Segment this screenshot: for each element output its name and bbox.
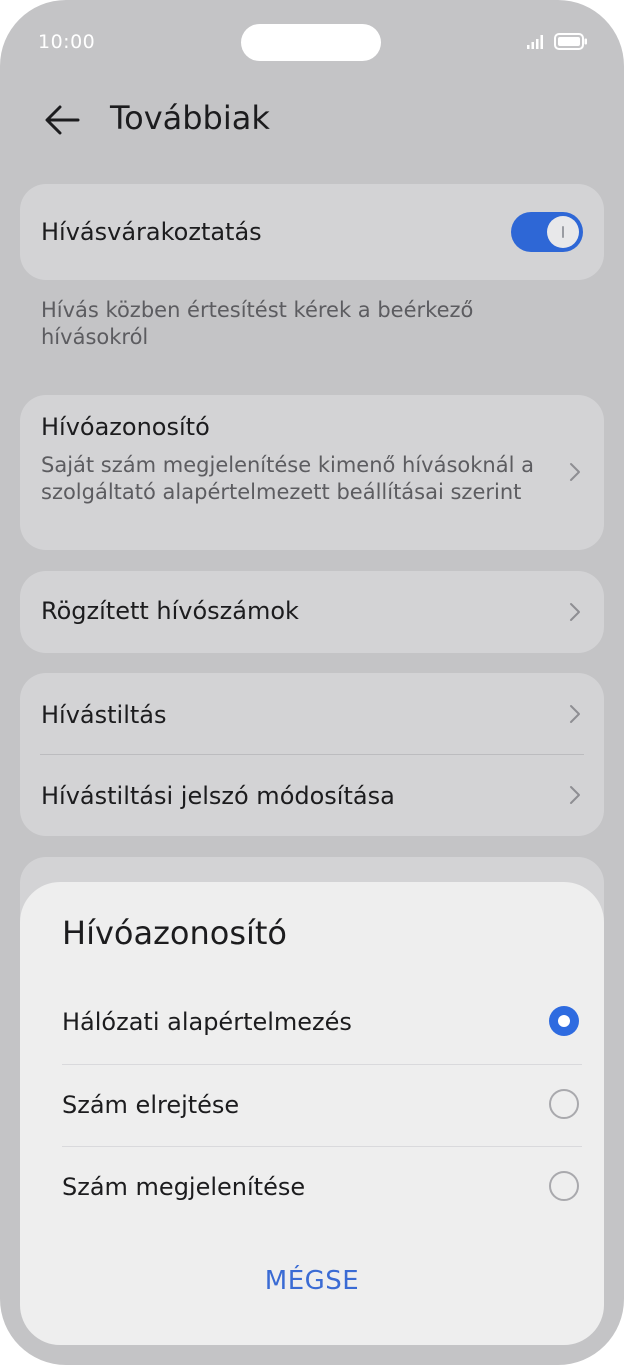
chevron-right-icon: [570, 705, 580, 723]
radio-selected[interactable]: [549, 1006, 579, 1036]
call-waiting-helper-text: Hívás közben értesítést kérek a beérkező…: [41, 298, 474, 349]
option-label: Hálózati alapértelmezés: [62, 1008, 352, 1036]
radio-unselected[interactable]: [549, 1171, 579, 1201]
fixed-numbers-row[interactable]: Rögzített hívószámok: [20, 571, 604, 653]
battery-icon: [554, 33, 587, 50]
option-label: Szám elrejtése: [62, 1091, 240, 1119]
settings-screen: 10:00 Továbbiak Hívásvárakoztatás Hívás …: [0, 0, 624, 1365]
option-label: Szám megjelenítése: [62, 1173, 306, 1201]
barring-password-label: Hívástiltási jelszó módosítása: [41, 782, 395, 810]
signal-icon: [527, 35, 543, 49]
call-barring-row[interactable]: Hívástiltás: [20, 673, 604, 754]
status-time: 10:00: [38, 31, 96, 53]
option-show-number[interactable]: Szám megjelenítése: [41, 1147, 583, 1229]
barring-password-row[interactable]: Hívástiltási jelszó módosítása: [20, 755, 604, 836]
call-barring-label: Hívástiltás: [41, 701, 167, 729]
chevron-right-icon: [570, 603, 580, 621]
phone-screen: 10:00 Továbbiak Hívásvárakoztatás Hívás …: [0, 0, 624, 1365]
fixed-numbers-label: Rögzített hívószámok: [41, 597, 299, 625]
camera-notch: [241, 24, 381, 61]
dialog-title: Hívóazonosító: [62, 914, 287, 952]
call-barring-card: Hívástiltás Hívástiltási jelszó módosítá…: [20, 673, 604, 836]
caller-id-dialog: Hívóazonosító Hálózati alapértelmezés Sz…: [20, 882, 604, 1345]
cancel-button[interactable]: MÉGSE: [20, 1266, 604, 1296]
caller-id-label: Hívóazonosító: [41, 413, 210, 441]
call-waiting-label: Hívásvárakoztatás: [41, 218, 262, 246]
chevron-right-icon: [570, 463, 580, 481]
page-title: Továbbiak: [110, 99, 270, 137]
option-network-default[interactable]: Hálózati alapértelmezés: [41, 982, 583, 1064]
status-bar: 10:00: [0, 0, 624, 80]
caller-id-row[interactable]: Hívóazonosító Saját szám megjelenítése k…: [20, 395, 604, 550]
chevron-right-icon: [570, 786, 580, 804]
call-waiting-toggle[interactable]: [511, 212, 583, 252]
app-header: Továbbiak: [0, 90, 624, 150]
caller-id-subtitle: Saját szám megjelenítése kimenő hívásokn…: [41, 453, 534, 504]
call-waiting-row[interactable]: Hívásvárakoztatás: [20, 184, 604, 280]
radio-unselected[interactable]: [549, 1089, 579, 1119]
toggle-knob: [547, 216, 579, 248]
back-arrow-icon[interactable]: [40, 98, 84, 142]
option-hide-number[interactable]: Szám elrejtése: [41, 1065, 583, 1147]
